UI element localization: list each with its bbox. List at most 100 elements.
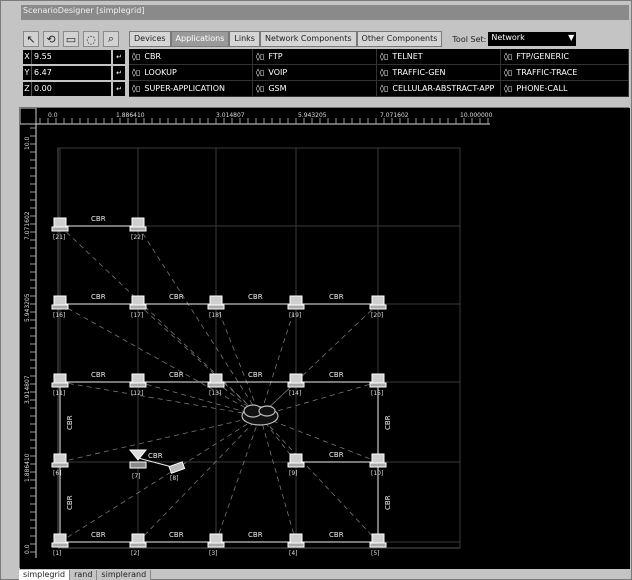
coord-z-input[interactable]: 0.00 [31,82,111,96]
rotate-icon[interactable]: ⟲ [43,31,59,47]
node-computer-icon[interactable] [209,295,223,306]
select-arrow-icon[interactable]: ↖ [23,31,39,47]
tab-devices[interactable]: Devices [129,31,171,47]
node-label: [3] [209,550,218,557]
app-ftp[interactable]: ◊▯ FTP [253,49,377,65]
ruler-corner [19,107,37,125]
node-label: [5] [371,550,380,557]
enter-icon[interactable]: ↵ [113,66,125,80]
app-label: CELLULAR-ABSTRACT-APP [392,84,495,93]
zoom-icon[interactable]: ⌕ [103,31,119,47]
application-icon: ◊▯ [132,68,141,77]
node-computer-icon[interactable] [131,533,145,544]
node-keyboard [207,304,225,310]
toolset-control: Tool Set: Network ▼ [446,31,579,47]
coord-y-input[interactable]: 6.47 [31,66,111,80]
coord-row-x: X 9.55 ↵ [23,50,127,64]
lasso-icon[interactable]: ◌ [83,31,99,47]
canvas-svg[interactable]: 0.0 1.886410 3.014807 5.943205 7.071602 10.00… [19,107,630,569]
scenario-tab-rand[interactable]: rand [70,570,98,580]
tab-other-components[interactable]: Other Components [356,31,443,47]
scenario-canvas[interactable]: 0.0 1.886410 3.014807 5.943205 7.071602 10.00… [19,107,630,569]
node-computer-icon[interactable] [53,295,67,306]
coord-x-input[interactable]: 9.55 [31,50,111,64]
app-label: PHONE-CALL [516,84,568,93]
tab-network-components[interactable]: Network Components [259,31,357,47]
app-telnet[interactable]: ◊▯ TELNET [377,49,501,65]
application-icon: ◊▯ [380,52,389,61]
node-computer-icon[interactable] [209,533,223,544]
node-keyboard [51,462,69,468]
node-computer-icon[interactable] [289,533,303,544]
node-label: [15] [371,390,383,397]
app-traffic-trace[interactable]: ◊▯ TRAFFIC-TRACE [501,65,629,81]
enter-icon[interactable]: ↵ [113,82,125,96]
cbr-link-label: CBR [169,371,184,379]
node-computer-icon[interactable] [53,373,67,384]
enter-icon[interactable]: ↵ [113,50,125,64]
cbr-link-label: CBR [248,531,263,539]
app-lookup[interactable]: ◊▯ LOOKUP [129,65,253,81]
scenario-tab-simplerand[interactable]: simplerand [97,570,152,580]
cbr-link-label: CBR [384,415,392,430]
scenario-tab-simplegrid[interactable]: simplegrid [19,570,71,580]
app-cellular-abstract-app[interactable]: ◊▯ CELLULAR-ABSTRACT-APP [377,81,501,97]
top-ruler-label: 1.886410 [116,112,145,119]
app-ftp-generic[interactable]: ◊▯ FTP/GENERIC [501,49,629,65]
node-keyboard [369,382,387,388]
left-ruler-label: 10.0 [24,136,31,150]
node-keyboard [287,304,305,310]
node-keyboard [51,304,69,310]
top-ruler-label: 3.014807 [216,112,245,119]
toolset-dropdown[interactable]: Network ▼ [488,32,577,46]
node-computer-icon[interactable] [371,533,385,544]
applications-palette: ◊▯ CBR ◊▯ FTP ◊▯ TELNET ◊▯ FTP/GENERIC ◊▯ LOOKUP ◊… [129,49,629,97]
left-ruler-label: 0.0 [24,544,31,554]
node-label: [8] [170,475,179,482]
tab-links[interactable]: Links [229,31,260,47]
application-icon: ◊▯ [256,68,265,77]
app-super-application[interactable]: ◊▯ SUPER-APPLICATION [129,81,253,97]
app-cbr[interactable]: ◊▯ CBR [129,49,253,65]
cbr-link-label: CBR [329,451,344,459]
node-computer-icon[interactable] [371,373,385,384]
node-computer-icon[interactable] [289,295,303,306]
left-ruler-label: 3.914807 [24,375,31,404]
node-computer-icon[interactable] [289,453,303,464]
chevron-down-icon: ▼ [568,33,575,42]
top-ruler-label: 7.071602 [380,112,409,119]
node-label: [11] [53,390,65,397]
coordinate-panel: X 9.55 ↵ Y 6.47 ↵ Z 0.00 ↵ [23,50,127,98]
app-phone-call[interactable]: ◊▯ PHONE-CALL [501,81,629,97]
node-label: [6] [53,470,62,477]
node-keyboard [51,542,69,548]
node-keyboard [369,462,387,468]
rect-select-icon[interactable]: ▭ [63,31,79,47]
node-computer-icon[interactable] [131,217,145,228]
coord-axis-label: X [23,50,31,64]
cloud-icon-lobe [258,405,276,417]
category-tabs: Devices Applications Links Network Componen… [129,31,579,47]
left-ruler-label: 7.071602 [24,211,31,240]
tab-applications[interactable]: Applications [170,31,230,47]
node-computer-icon[interactable] [131,295,145,306]
node-computer-icon[interactable] [53,533,67,544]
top-ruler-label: 5.943205 [298,112,327,119]
canvas-background [20,108,630,569]
coord-row-z: Z 0.00 ↵ [23,82,127,96]
node-computer-icon[interactable] [209,373,223,384]
node-computer-icon[interactable] [53,453,67,464]
app-gsm[interactable]: ◊▯ GSM [253,81,377,97]
node-computer-icon[interactable] [289,373,303,384]
app-voip[interactable]: ◊▯ VOIP [253,65,377,81]
coord-axis-label: Y [23,66,31,80]
app-traffic-gen[interactable]: ◊▯ TRAFFIC-GEN [377,65,501,81]
node-computer-icon[interactable] [131,373,145,384]
node-computer-icon[interactable] [371,295,385,306]
app-label: FTP/GENERIC [516,52,570,61]
application-icon: ◊▯ [504,84,513,93]
cbr-link-label: CBR [329,293,344,301]
node-computer-icon[interactable] [371,453,385,464]
node-computer-icon[interactable] [53,217,67,228]
node-keyboard [369,542,387,548]
